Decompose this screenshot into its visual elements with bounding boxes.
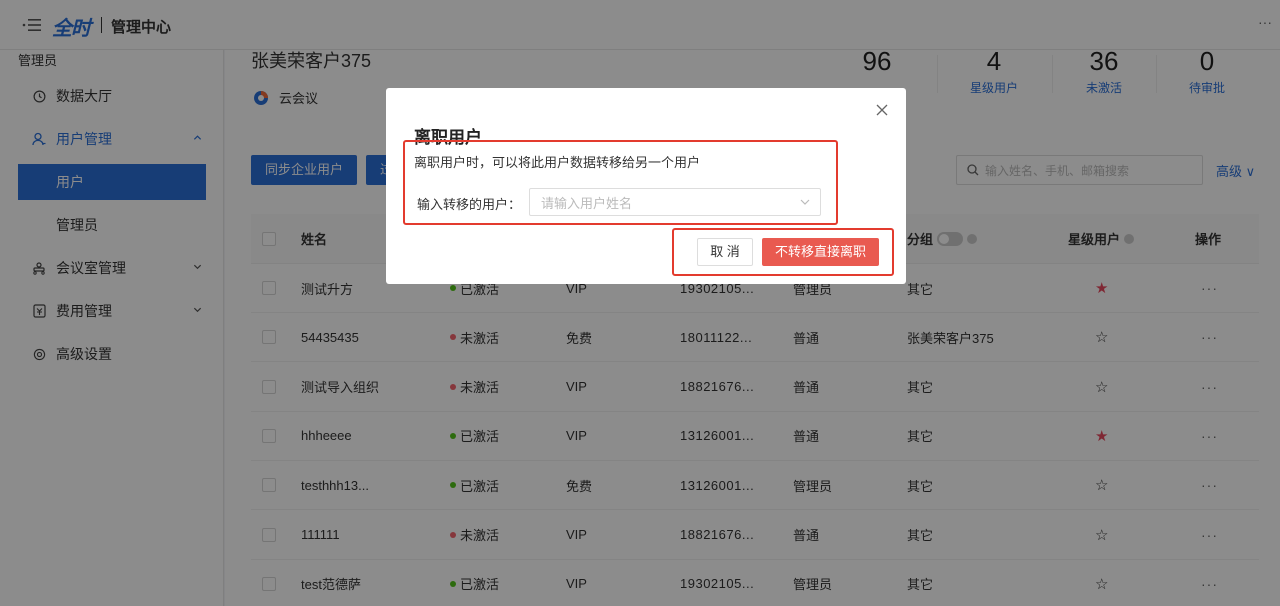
highlight-box-actions: [672, 228, 894, 276]
close-icon[interactable]: [876, 104, 888, 116]
highlight-box-transfer: [403, 140, 838, 225]
